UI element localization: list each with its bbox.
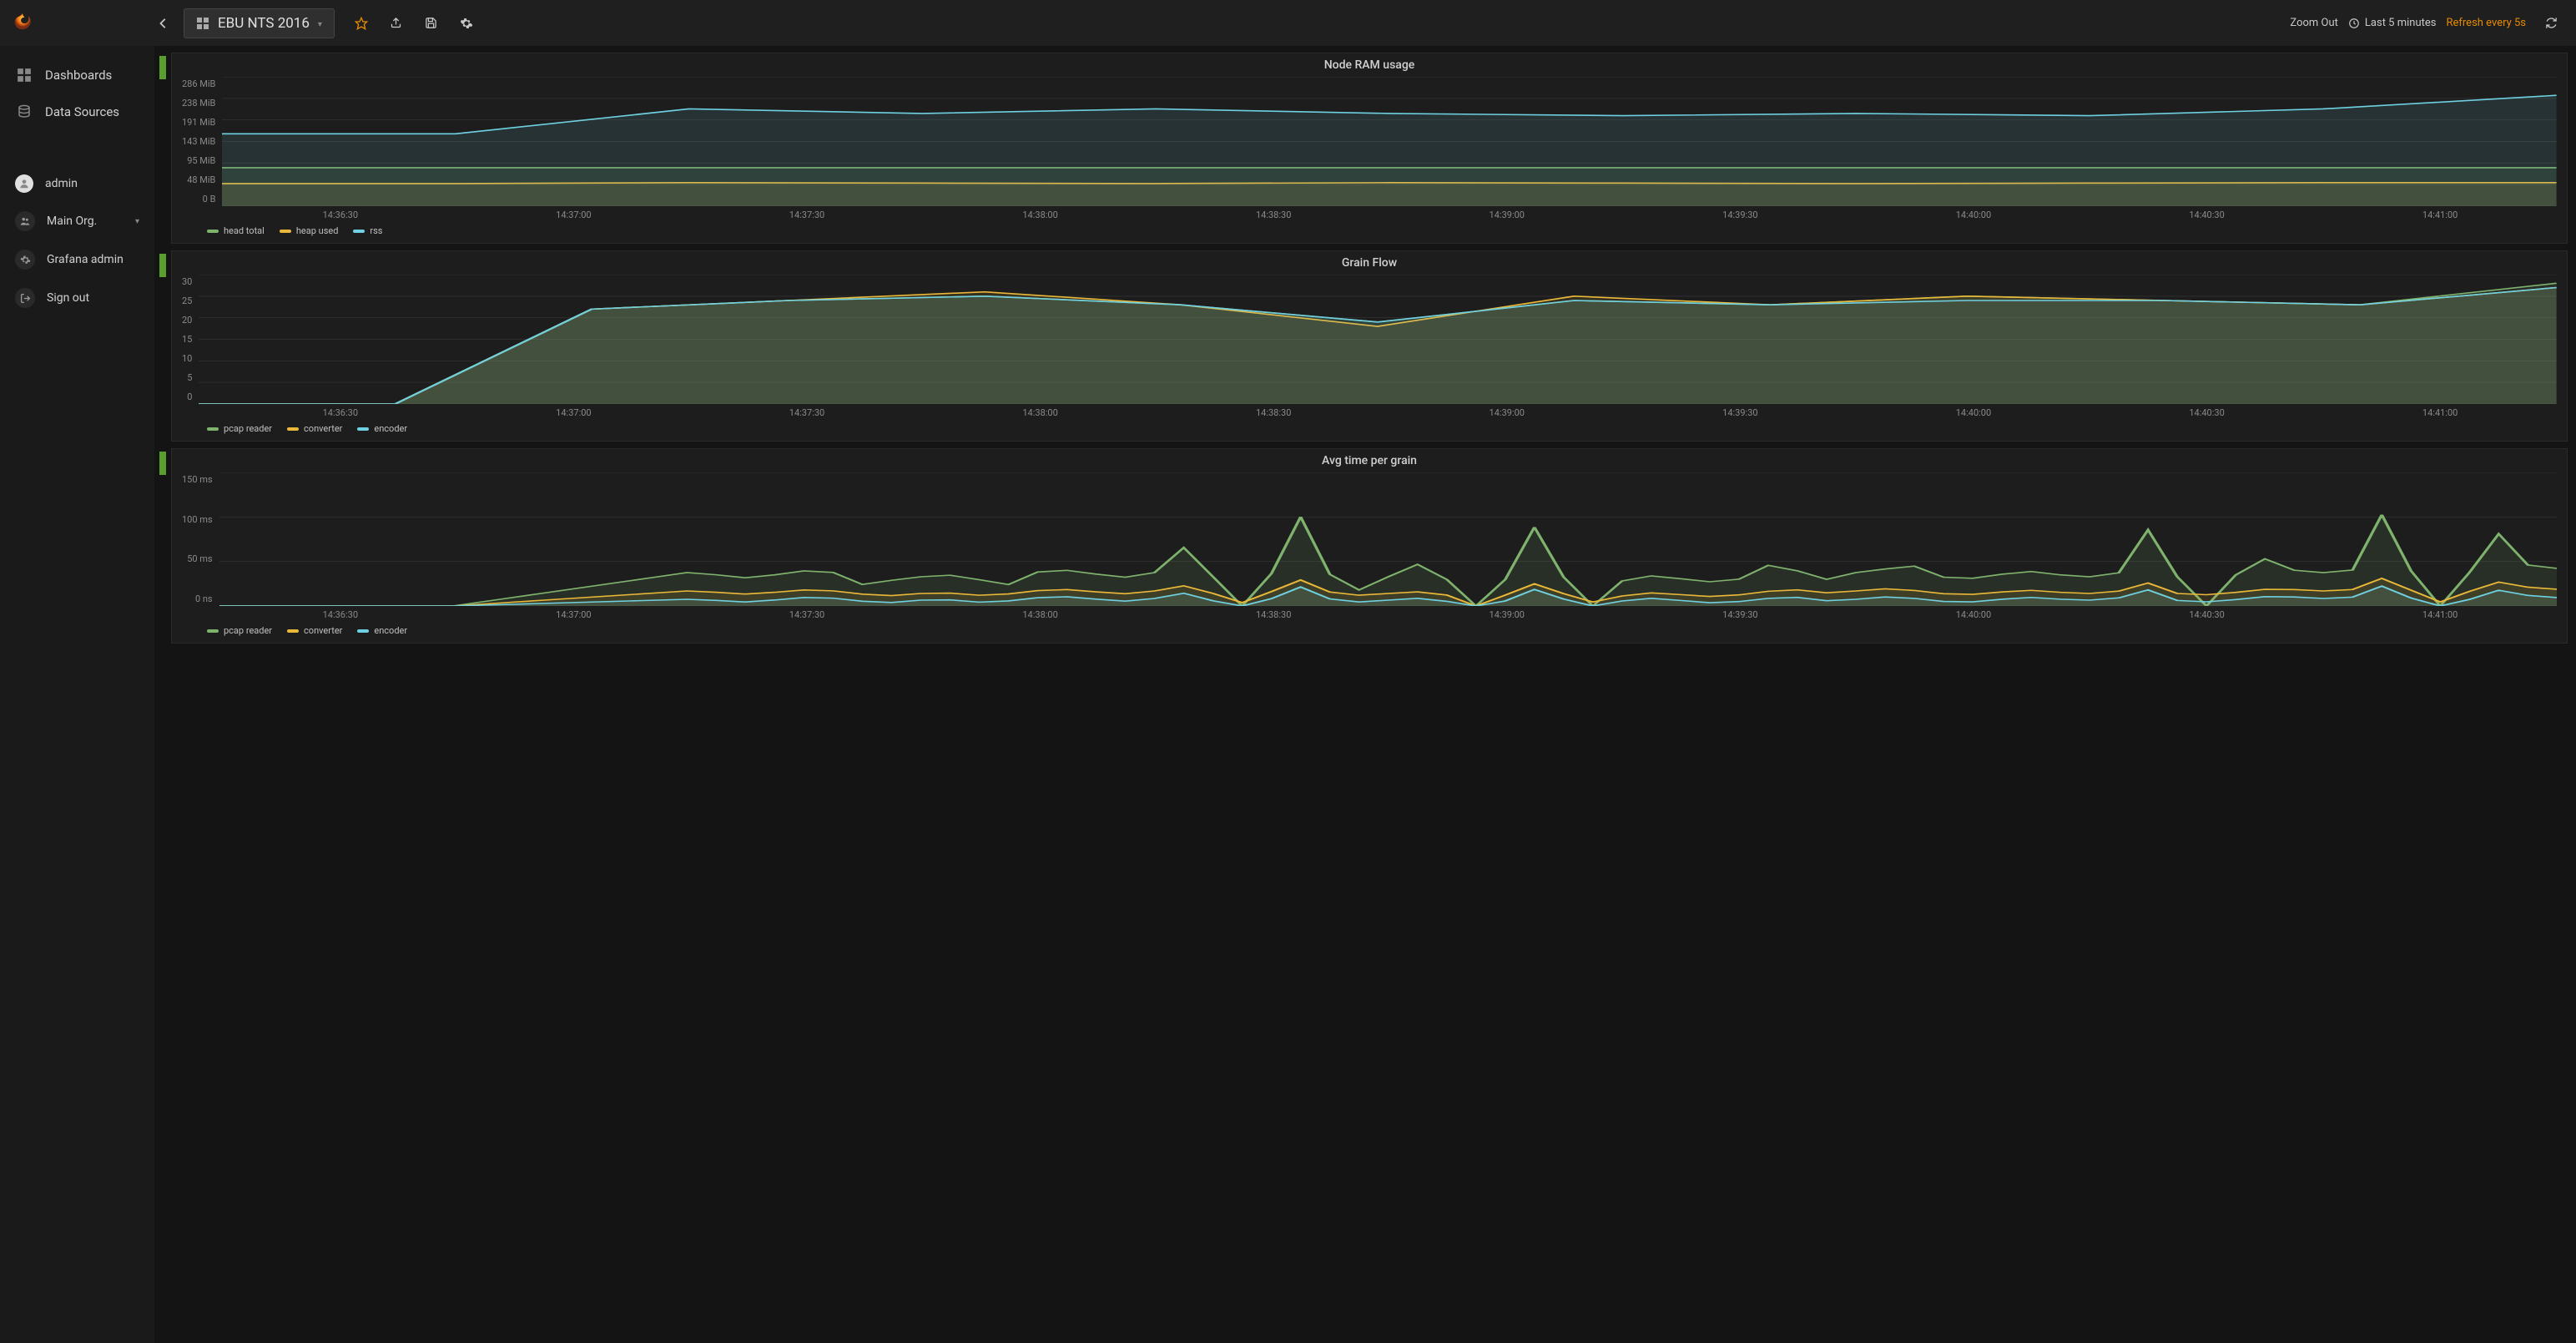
x-axis: 14:36:3014:37:0014:37:3014:38:0014:38:30…	[182, 407, 2557, 418]
panel-title: Avg time per grain	[182, 454, 2557, 467]
legend-item[interactable]: converter	[287, 423, 342, 434]
sidebar-item-label: Main Org.	[47, 215, 97, 228]
topbar: EBU NTS 2016 ▾ Zoom Out Last 5 minutes R…	[0, 0, 2576, 46]
chart-legend: pcap reader converter encoder	[182, 620, 2557, 636]
legend-item[interactable]: pcap reader	[207, 625, 272, 636]
chart-panel[interactable]: Node RAM usage 286 MiB238 MiB191 MiB143 …	[171, 53, 2568, 244]
zoom-out-button[interactable]: Zoom Out	[2290, 17, 2337, 29]
sidebar-item-user[interactable]: admin	[0, 166, 154, 201]
panel-title: Node RAM usage	[182, 58, 2557, 72]
sidebar-item-dashboards[interactable]: Dashboards	[0, 58, 154, 93]
legend-item[interactable]: pcap reader	[207, 423, 272, 434]
time-range-picker[interactable]: Last 5 minutes	[2348, 17, 2437, 29]
chart-panel[interactable]: Grain Flow 302520151050 14:36:3014:37:00…	[171, 250, 2568, 442]
y-axis: 286 MiB238 MiB191 MiB143 MiB95 MiB48 MiB…	[182, 77, 215, 206]
legend-item[interactable]: heap used	[280, 225, 339, 236]
users-icon	[15, 211, 35, 231]
dashboard-picker[interactable]: EBU NTS 2016 ▾	[184, 8, 335, 38]
sidebar-item-datasources[interactable]: Data Sources	[0, 94, 154, 129]
database-icon	[15, 103, 33, 121]
chevron-down-icon: ▾	[135, 217, 139, 226]
sidebar-item-label: Grafana admin	[47, 253, 124, 266]
row-handle[interactable]	[159, 254, 166, 277]
avatar-icon	[15, 174, 33, 193]
chart-legend: head total heap used rss	[182, 220, 2557, 236]
refresh-button[interactable]	[2536, 8, 2566, 38]
chart-panel[interactable]: Avg time per grain 150 ms100 ms50 ms0 ns…	[171, 448, 2568, 644]
sidebar-item-grafana-admin[interactable]: Grafana admin	[0, 241, 154, 278]
sidebar-item-org[interactable]: Main Org. ▾	[0, 203, 154, 240]
time-range-label: Last 5 minutes	[2365, 17, 2437, 29]
sidebar-item-label: Sign out	[47, 291, 89, 305]
legend-item[interactable]: encoder	[357, 625, 407, 636]
panel-title: Grain Flow	[182, 256, 2557, 270]
x-axis: 14:36:3014:37:0014:37:3014:38:0014:38:30…	[182, 210, 2557, 220]
sidebar-item-label: admin	[45, 177, 78, 190]
row-handle[interactable]	[159, 56, 166, 79]
dashboard-content: Node RAM usage 286 MiB238 MiB191 MiB143 …	[154, 46, 2576, 1343]
grafana-logo[interactable]	[10, 11, 35, 36]
x-axis: 14:36:3014:37:0014:37:3014:38:0014:38:30…	[182, 609, 2557, 620]
sidebar-item-signout[interactable]: Sign out	[0, 280, 154, 316]
refresh-interval-label[interactable]: Refresh every 5s	[2446, 17, 2526, 29]
save-button[interactable]	[416, 8, 446, 38]
gear-icon	[15, 250, 35, 270]
legend-item[interactable]: head total	[207, 225, 265, 236]
legend-item[interactable]: converter	[287, 625, 342, 636]
row-handle[interactable]	[159, 452, 166, 475]
signout-icon	[15, 288, 35, 308]
y-axis: 150 ms100 ms50 ms0 ns	[182, 472, 213, 606]
chevron-down-icon: ▾	[318, 20, 322, 29]
sidebar: Dashboards Data Sources admin Main Org. …	[0, 46, 154, 1343]
star-button[interactable]	[346, 8, 376, 38]
y-axis: 302520151050	[182, 275, 192, 404]
settings-button[interactable]	[451, 8, 481, 38]
grid-icon	[15, 66, 33, 84]
legend-item[interactable]: encoder	[357, 423, 407, 434]
chart-legend: pcap reader converter encoder	[182, 418, 2557, 434]
sidebar-item-label: Dashboards	[45, 68, 112, 83]
chart-plot[interactable]	[219, 472, 2557, 606]
share-button[interactable]	[381, 8, 411, 38]
chart-plot[interactable]	[222, 77, 2557, 206]
chart-plot[interactable]	[199, 275, 2557, 404]
legend-item[interactable]: rss	[353, 225, 382, 236]
back-button[interactable]	[149, 8, 179, 38]
dashboard-title: EBU NTS 2016	[218, 15, 310, 32]
sidebar-item-label: Data Sources	[45, 104, 119, 119]
